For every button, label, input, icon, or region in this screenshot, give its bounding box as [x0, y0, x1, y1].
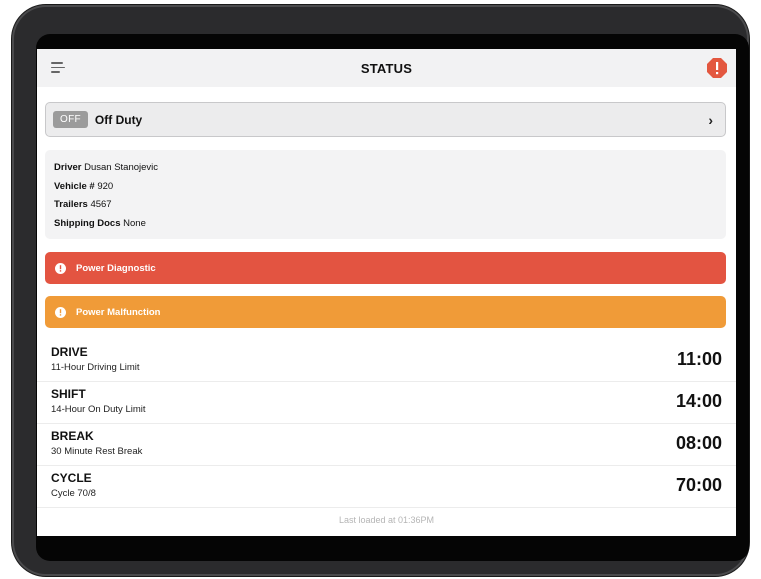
- hamburger-menu-icon[interactable]: [51, 62, 65, 74]
- alert-octagon-icon[interactable]: [706, 57, 728, 79]
- shipping-docs-label: Shipping Docs: [54, 217, 121, 229]
- shipping-docs-value: None: [123, 217, 146, 229]
- power-malfunction-label: Power Malfunction: [76, 306, 161, 318]
- power-malfunction-alert[interactable]: Power Malfunction: [45, 296, 726, 328]
- power-diagnostic-label: Power Diagnostic: [76, 262, 156, 274]
- chevron-right-icon: ›: [708, 112, 713, 128]
- status-badge: OFF: [53, 111, 88, 128]
- limit-description: Cycle 70/8: [51, 488, 96, 499]
- driver-row: Driver Dusan Stanojevic: [54, 159, 717, 178]
- limit-name: SHIFT: [51, 387, 86, 401]
- hos-limits-list: DRIVE 11-Hour Driving Limit 11:00 SHIFT …: [37, 340, 736, 508]
- exclamation-circle-icon: [55, 262, 66, 274]
- vehicle-label: Vehicle #: [54, 180, 95, 192]
- driver-info-card: Driver Dusan Stanojevic Vehicle # 920 Tr…: [45, 150, 726, 239]
- limit-name: CYCLE: [51, 471, 92, 485]
- limit-time-remaining: 08:00: [675, 433, 722, 453]
- limit-row-drive[interactable]: DRIVE 11-Hour Driving Limit 11:00: [37, 340, 736, 382]
- duty-status-label: Off Duty: [94, 112, 143, 127]
- trailers-label: Trailers: [54, 199, 88, 210]
- limit-name: DRIVE: [51, 345, 88, 359]
- power-diagnostic-alert[interactable]: Power Diagnostic: [45, 252, 726, 284]
- limit-description: 11-Hour Driving Limit: [51, 362, 140, 373]
- top-nav-bar: STATUS: [37, 49, 736, 87]
- limit-row-shift[interactable]: SHIFT 14-Hour On Duty Limit 14:00: [37, 382, 736, 424]
- limit-description: 30 Minute Rest Break: [51, 446, 143, 457]
- limit-description: 14-Hour On Duty Limit: [51, 404, 146, 415]
- vehicle-row: Vehicle # 920: [54, 178, 717, 197]
- limit-row-break[interactable]: BREAK 30 Minute Rest Break 08:00: [37, 424, 736, 466]
- exclamation-circle-icon: [55, 306, 66, 318]
- limit-row-cycle[interactable]: CYCLE Cycle 70/8 70:00: [37, 466, 736, 508]
- limit-time-remaining: 14:00: [675, 391, 722, 411]
- trailers-value: 4567: [90, 199, 112, 210]
- limit-name: BREAK: [51, 429, 94, 443]
- vehicle-value: 920: [97, 180, 114, 192]
- limit-time-remaining: 70:00: [675, 475, 722, 495]
- page-title: STATUS: [360, 60, 413, 76]
- limit-time-remaining: 11:00: [676, 349, 722, 369]
- app-screen: STATUS OFF Off Duty › Driver Dusan Stano…: [37, 49, 736, 536]
- driver-value: Dusan Stanojevic: [84, 162, 159, 173]
- shipping-docs-row: Shipping Docs None: [54, 215, 717, 234]
- duty-status-selector[interactable]: OFF Off Duty ›: [45, 102, 726, 137]
- trailers-row: Trailers 4567: [54, 196, 717, 215]
- driver-label: Driver: [54, 162, 82, 173]
- last-loaded-text: Last loaded at 01:36PM: [338, 515, 435, 525]
